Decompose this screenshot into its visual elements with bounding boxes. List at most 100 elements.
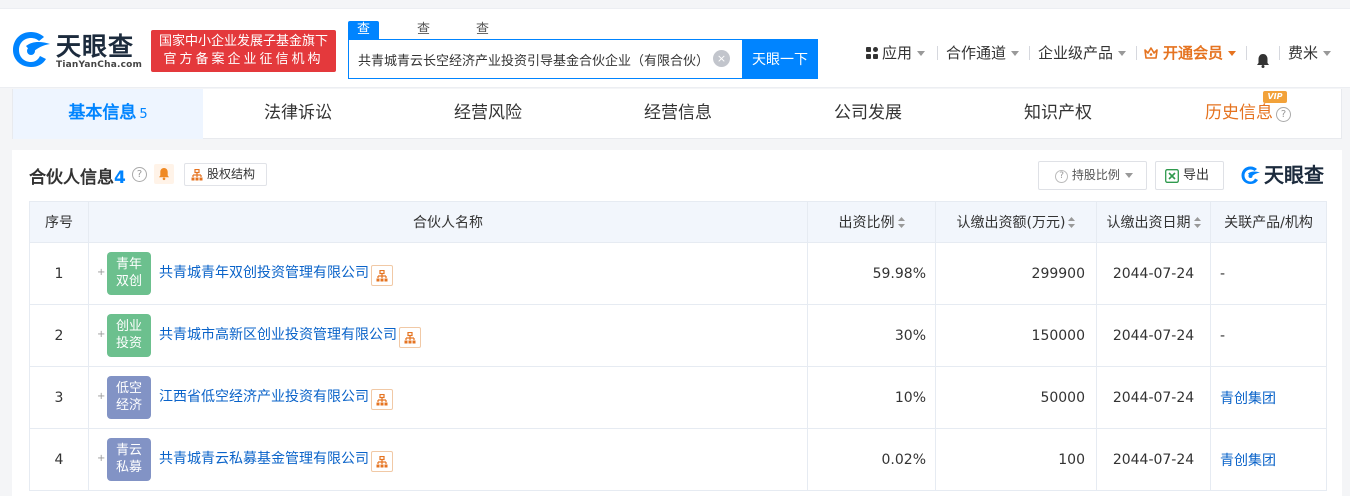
crown-icon [1144, 47, 1158, 59]
col-amount[interactable]: 认缴出资额(万元) [935, 201, 1097, 243]
chevron-down-icon [1118, 51, 1127, 56]
partner-name-link[interactable]: 共青城青云私募基金管理有限公司 [159, 448, 393, 472]
row-index: 4 [29, 428, 89, 491]
tab-development[interactable]: 公司发展 [773, 89, 963, 139]
tab-basic-info[interactable]: 基本信息 5 [13, 89, 203, 139]
row-amount: 299900 [935, 242, 1097, 305]
partner-name-cell: + 青云私募 共青城青云私募基金管理有限公司 [89, 429, 807, 490]
equity-button-label: 股权结构 [207, 167, 256, 181]
brand-watermark: 天眼查 [1240, 162, 1324, 188]
sort-icon [897, 217, 905, 228]
equity-chart-icon[interactable] [399, 327, 421, 348]
row-amount: 150000 [935, 304, 1097, 367]
expand-icon[interactable]: + [97, 264, 105, 282]
expand-icon[interactable]: + [97, 388, 105, 406]
expand-icon[interactable]: + [97, 326, 105, 344]
official-badge[interactable]: 国家中小企业发展子基金旗下 官方备案企业征信机构 [151, 30, 336, 72]
col-related: 关联产品/机构 [1210, 201, 1327, 243]
row-amount: 50000 [935, 366, 1097, 429]
nav-divider [1246, 46, 1247, 60]
search-input[interactable] [349, 40, 711, 78]
export-button[interactable]: 导出 [1155, 161, 1224, 190]
avatar-line: 私募 [115, 460, 142, 475]
expand-icon[interactable]: + [97, 450, 105, 468]
partner-info-card: 合伙人信息4 ? 股权结构 ? 持股比例 导出 天眼查 序号 合伙人名称 出资比… [12, 150, 1342, 496]
search-button[interactable]: 天眼一下 [742, 39, 818, 79]
row-related: - [1210, 242, 1327, 305]
avatar-line: 创业 [115, 319, 142, 334]
tab-risk[interactable]: 经营风险 [393, 89, 583, 139]
related-org-link[interactable]: 青创集团 [1220, 453, 1276, 469]
row-related: 青创集团 [1210, 366, 1327, 429]
partner-avatar: 低空 经济 [107, 376, 151, 419]
row-related: 青创集团 [1210, 428, 1327, 491]
partner-avatar: 青年 双创 [107, 252, 151, 295]
col-ratio[interactable]: 出资比例 [807, 201, 936, 243]
excel-icon [1165, 169, 1179, 183]
tab-legal[interactable]: 法律诉讼 [203, 89, 393, 139]
partner-name-link[interactable]: 共青城青年双创投资管理有限公司 [159, 262, 393, 286]
nav-user-menu[interactable]: 费米 [1288, 42, 1332, 64]
partner-name-text: 共青城青云私募基金管理有限公司 [159, 451, 369, 467]
partner-name-text: 共青城市高新区创业投资管理有限公司 [159, 327, 397, 343]
table-header-row: 序号 合伙人名称 出资比例 认缴出资额(万元) 认缴出资日期 关联产品/机构 [29, 201, 1327, 243]
export-label: 导出 [1183, 168, 1210, 183]
partner-name-link[interactable]: 江西省低空经济产业投资有限公司 [159, 386, 393, 410]
tab-ip[interactable]: 知识产权 [963, 89, 1153, 139]
nav-partner-label: 合作通道 [946, 44, 1007, 62]
nav-enterprise-label: 企业级产品 [1038, 44, 1114, 62]
row-ratio: 10% [807, 366, 936, 429]
partner-name-link[interactable]: 共青城市高新区创业投资管理有限公司 [159, 324, 421, 348]
related-org-link[interactable]: 青创集团 [1220, 391, 1276, 407]
equity-chart-icon[interactable] [371, 265, 393, 286]
row-date: 2044-07-24 [1096, 366, 1211, 429]
nav-partner[interactable]: 合作通道 [946, 42, 1020, 64]
tab-operations[interactable]: 经营信息 [583, 89, 773, 139]
nav-apps[interactable]: 应用 [866, 42, 926, 64]
search-box: × [348, 39, 742, 79]
tab-count: 5 [139, 107, 148, 122]
badge-line-2: 官方备案企业征信机构 [163, 52, 324, 67]
nav-vip[interactable]: 开通会员 [1144, 42, 1237, 64]
col-date-label: 认缴出资日期 [1106, 215, 1191, 231]
help-icon[interactable]: ? [1276, 107, 1291, 122]
nav-apps-label: 应用 [882, 44, 913, 62]
nav-enterprise[interactable]: 企业级产品 [1038, 42, 1127, 64]
col-date[interactable]: 认缴出资日期 [1096, 201, 1211, 243]
badge-line-1: 国家中小企业发展子基金旗下 [158, 34, 328, 49]
equity-chart-icon[interactable] [371, 389, 393, 410]
row-index: 2 [29, 304, 89, 367]
nav-divider [937, 46, 938, 60]
row-amount: 100 [935, 428, 1097, 491]
logo-mark-icon [1241, 166, 1260, 184]
equity-chart-icon[interactable] [371, 451, 393, 472]
bell-icon [159, 168, 169, 181]
tab-history[interactable]: VIP 历史信息? [1153, 89, 1343, 139]
clear-search-icon[interactable]: × [713, 50, 730, 67]
chevron-down-icon [917, 51, 926, 56]
logo-mark-icon [13, 32, 50, 67]
monitor-bell-button[interactable] [154, 164, 174, 184]
partner-avatar: 创业 投资 [107, 314, 151, 357]
tab-label: 法律诉讼 [264, 103, 332, 123]
share-ratio-dropdown[interactable]: ? 持股比例 [1038, 161, 1147, 190]
help-icon: ? [1055, 170, 1069, 183]
notification-bell-icon[interactable] [1256, 53, 1270, 68]
tab-label: 历史信息 [1205, 103, 1273, 123]
sort-icon [1193, 217, 1201, 228]
row-date: 2044-07-24 [1096, 304, 1211, 367]
partner-name-text: 江西省低空经济产业投资有限公司 [159, 389, 369, 405]
logo-text: 天眼查 [56, 32, 135, 61]
avatar-line: 青云 [115, 443, 142, 458]
tab-label: 基本信息 [68, 103, 137, 123]
chevron-down-icon [1011, 51, 1020, 56]
avatar-line: 双创 [115, 274, 142, 289]
equity-structure-button[interactable]: 股权结构 [184, 163, 267, 186]
avatar-line: 投资 [115, 336, 142, 351]
help-icon[interactable]: ? [132, 167, 147, 182]
row-index: 1 [29, 242, 89, 305]
avatar-line: 低空 [115, 381, 142, 396]
site-logo[interactable]: 天眼查 TianYanCha.com [10, 27, 145, 71]
row-ratio: 30% [807, 304, 936, 367]
partner-table: 序号 合伙人名称 出资比例 认缴出资额(万元) 认缴出资日期 关联产品/机构 1… [29, 201, 1327, 491]
